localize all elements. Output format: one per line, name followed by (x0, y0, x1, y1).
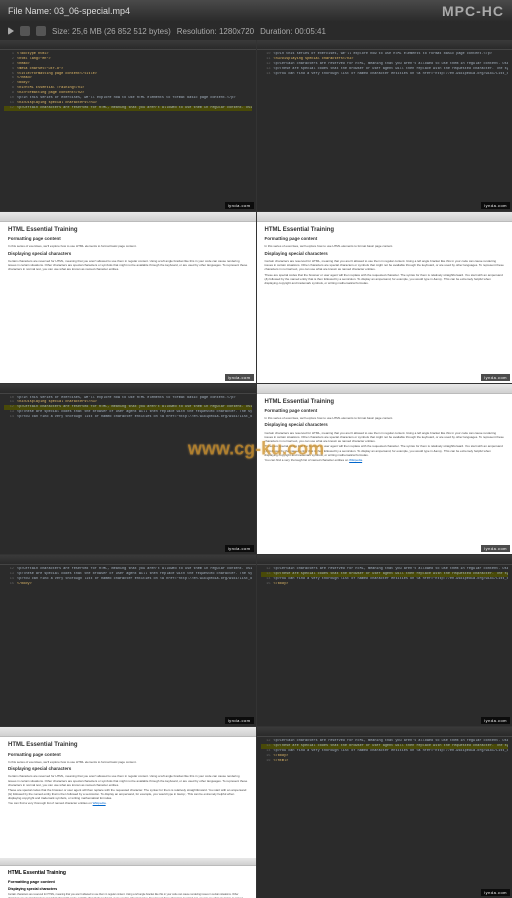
editor-toolbar[interactable] (0, 384, 256, 394)
code-panel-1: 1<!doctype html> 2<html lang="en"> 3<hea… (0, 40, 256, 211)
doc-para: Certain characters are reserved for HTML… (265, 259, 505, 272)
doc-section: Displaying special characters (8, 251, 248, 257)
lynda-badge: lynda.com (225, 717, 254, 724)
browser-toolbar[interactable] (257, 212, 512, 222)
control-bar: Size: 25,6 MB (26 852 512 bytes) Resolut… (0, 22, 512, 40)
code-content[interactable]: 12<p>Certain characters are reserved for… (257, 737, 512, 765)
resolution-label: Resolution: 1280x720 (177, 27, 254, 36)
browser-toolbar[interactable] (257, 384, 512, 394)
lynda-badge: lynda.com (481, 545, 510, 552)
doc-section: Displaying special characters (265, 251, 505, 257)
doc-title: HTML Essential Training (265, 398, 505, 406)
doc-content: HTML Essential Training Formatting page … (0, 737, 256, 810)
lynda-badge: lynda.com (481, 374, 510, 381)
code-content[interactable]: 10<p>In this series of exercises, we'll … (0, 394, 256, 422)
editor-toolbar[interactable] (257, 40, 512, 50)
doc-title: HTML Essential Training (265, 226, 505, 234)
stop-icon[interactable] (36, 26, 46, 36)
code-panel-4: 12<p>Certain characters are reserved for… (0, 555, 256, 726)
doc-para: These are special codes that the browser… (265, 444, 505, 457)
code-panel-6: 12<p>Certain characters are reserved for… (257, 727, 512, 898)
lynda-badge: lynda.com (481, 202, 510, 209)
browser-panel-bottom: HTML Essential Training Formatting page … (0, 858, 256, 898)
doc-section: Displaying special characters (8, 766, 248, 772)
doc-subtitle: Formatting page content (265, 236, 505, 242)
doc-para: In this series of exercises, we'll explo… (8, 244, 248, 248)
doc-para: You can find a very thorough list of nam… (8, 801, 248, 805)
browser-panel-2: HTML Essential Training Formatting page … (257, 212, 512, 383)
lynda-badge: lynda.com (481, 717, 510, 724)
doc-para: In this series of exercises, we'll explo… (265, 244, 505, 248)
editor-toolbar[interactable] (257, 727, 512, 737)
code-panel-5: 12<p>Certain characters are reserved for… (257, 555, 512, 726)
duration-label: Duration: 00:05:41 (260, 27, 326, 36)
doc-subtitle: Formatting page content (265, 408, 505, 414)
file-size-label: Size: 25,6 MB (26 852 512 bytes) (52, 27, 171, 36)
doc-subtitle: Formatting page content (8, 879, 248, 885)
app-title: MPC-HC (442, 3, 504, 19)
code-content[interactable]: 12<p>Certain characters are reserved for… (0, 565, 256, 589)
video-grid: 1<!doctype html> 2<html lang="en"> 3<hea… (0, 40, 512, 898)
doc-para: These are special codes that the browser… (265, 273, 505, 286)
doc-para: Certain characters are reserved for HTML… (265, 431, 505, 444)
doc-para: Certain characters are reserved for HTML… (8, 774, 248, 787)
code-content[interactable]: 12<p>Certain characters are reserved for… (257, 565, 512, 589)
lynda-badge: lynda.com (225, 545, 254, 552)
doc-subtitle: Formatting page content (8, 236, 248, 242)
pause-icon[interactable] (20, 26, 30, 36)
browser-toolbar[interactable] (0, 212, 256, 222)
doc-para: In this series of exercises, we'll explo… (8, 760, 248, 764)
doc-content: HTML Essential Training Formatting page … (257, 222, 512, 290)
doc-subtitle: Formatting page content (8, 752, 248, 758)
doc-para: You can find a very thorough list of nam… (265, 458, 505, 462)
doc-section: Displaying special characters (265, 422, 505, 428)
editor-toolbar[interactable] (0, 40, 256, 50)
lynda-badge: lynda.com (481, 889, 510, 896)
doc-title: HTML Essential Training (8, 870, 248, 877)
play-icon[interactable] (8, 27, 14, 35)
doc-section: Displaying special characters (8, 887, 248, 892)
code-panel-3: 10<p>In this series of exercises, we'll … (0, 384, 256, 555)
wiki-link[interactable]: Wikipedia (93, 801, 106, 805)
doc-title: HTML Essential Training (8, 741, 248, 749)
title-bar[interactable]: File Name: 03_06-special.mp4 MPC-HC (0, 0, 512, 22)
browser-panel-1: HTML Essential Training Formatting page … (0, 212, 256, 383)
doc-title: HTML Essential Training (8, 226, 248, 234)
lynda-badge: lynda.com (225, 202, 254, 209)
code-content[interactable]: 1<!doctype html> 2<html lang="en"> 3<hea… (0, 50, 256, 113)
doc-content: HTML Essential Training Formatting page … (0, 222, 256, 277)
doc-para: In this series of exercises, we'll explo… (265, 416, 505, 420)
wiki-link[interactable]: Wikipedia (349, 458, 362, 462)
code-panel-2: 10<p>In this series of exercises, we'll … (257, 40, 512, 211)
editor-toolbar[interactable] (0, 555, 256, 565)
browser-toolbar[interactable] (0, 858, 256, 866)
lynda-badge: lynda.com (225, 374, 254, 381)
doc-content: HTML Essential Training Formatting page … (257, 394, 512, 467)
doc-para: Certain characters are reserved for HTML… (8, 259, 248, 272)
code-content[interactable]: 10<p>In this series of exercises, we'll … (257, 50, 512, 78)
editor-toolbar[interactable] (257, 555, 512, 565)
file-name-label: File Name: 03_06-special.mp4 (8, 6, 130, 16)
browser-panel-3: HTML Essential Training Formatting page … (257, 384, 512, 555)
doc-para: These are special codes that the browser… (8, 788, 248, 801)
browser-toolbar[interactable] (0, 727, 256, 737)
